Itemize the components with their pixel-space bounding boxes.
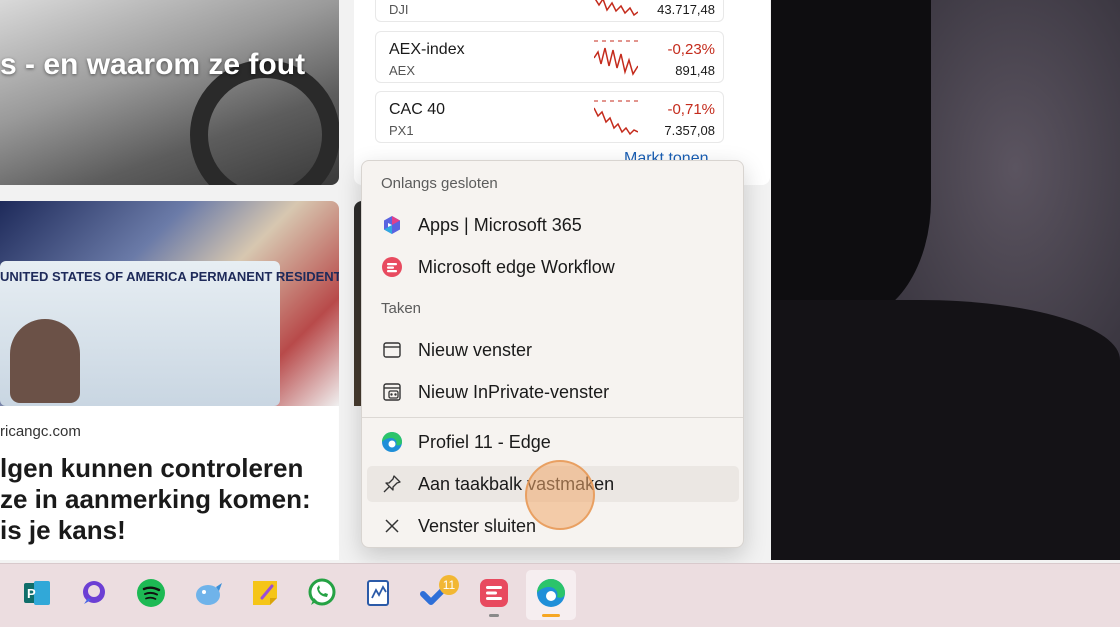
workflow-icon xyxy=(478,577,510,614)
jump-item-label: Nieuw venster xyxy=(418,340,533,360)
sticky-notes-icon xyxy=(250,578,280,613)
id-card-shape: UNITED STATES OF AMERICA PERMANENT RESID… xyxy=(0,261,339,406)
whiteboard-icon xyxy=(364,578,394,613)
jump-item-label: Nieuw InPrivate-venster xyxy=(418,382,610,402)
todo-badge: 11 xyxy=(439,575,459,595)
news-card-green-card[interactable]: UNITED STATES OF AMERICA PERMANENT RESID… xyxy=(0,201,339,560)
id-card-caption: UNITED STATES OF AMERICA PERMANENT RESID… xyxy=(0,269,339,284)
copilot-icon xyxy=(79,578,109,613)
close-icon xyxy=(381,515,403,537)
news-source: ricangc.com xyxy=(0,423,81,440)
portrait-shape xyxy=(10,319,80,403)
inprivate-icon xyxy=(381,381,403,403)
spotify-icon xyxy=(136,578,166,613)
whatsapp-icon xyxy=(306,577,338,614)
jump-item-label: Venster sluiten xyxy=(418,516,537,536)
planner-icon: P xyxy=(21,577,53,614)
stock-symbol: PX1 xyxy=(389,123,414,138)
stock-symbol: DJI xyxy=(389,2,409,17)
taskbar-edge-button[interactable] xyxy=(526,570,576,620)
stock-value: 7.357,08 xyxy=(664,123,715,138)
taskbar-planner-button[interactable]: P xyxy=(12,570,62,620)
edge-icon xyxy=(381,431,403,453)
tree-silhouette xyxy=(771,300,1120,560)
stock-value: 43.717,48 xyxy=(657,2,715,17)
tree-silhouette xyxy=(771,0,931,320)
jump-item-new-window[interactable]: Nieuw venster xyxy=(367,332,739,368)
news-title-line: lgen kunnen controleren xyxy=(0,453,304,483)
taskbar: P 11 xyxy=(0,563,1120,627)
jump-list-divider xyxy=(362,417,743,418)
stock-symbol: AEX xyxy=(389,63,416,78)
jump-item-label: Apps | Microsoft 365 xyxy=(418,215,582,235)
stock-name: AEX-index xyxy=(389,41,465,58)
running-indicator xyxy=(542,614,560,617)
taskbar-copilot-button[interactable] xyxy=(69,570,119,620)
jump-item-profile-edge[interactable]: Profiel 11 - Edge xyxy=(367,424,739,460)
taskbar-whiteboard-button[interactable] xyxy=(354,570,404,620)
jump-item-edge-workflow[interactable]: Microsoft edge Workflow xyxy=(367,249,739,285)
stock-name: CAC 40 xyxy=(389,101,446,118)
tasks-header: Taken xyxy=(381,300,422,317)
desktop-wallpaper xyxy=(771,0,1120,560)
news-title-line: ze in aanmerking komen: xyxy=(0,484,311,514)
stock-sparkline xyxy=(594,0,638,17)
jump-item-apps-m365[interactable]: Apps | Microsoft 365 xyxy=(367,207,739,243)
taskbar-todo-button[interactable]: 11 xyxy=(411,570,461,620)
jump-item-label: Microsoft edge Workflow xyxy=(418,257,615,277)
stock-row-aex[interactable]: AEX-index AEX -0,23% 891,48 xyxy=(375,31,724,83)
stock-change: -0,23% xyxy=(667,41,715,58)
green-card-image: UNITED STATES OF AMERICA PERMANENT RESID… xyxy=(0,201,339,406)
edge-icon xyxy=(535,577,567,614)
stock-row-cac40[interactable]: CAC 40 PX1 -0,71% 7.357,08 xyxy=(375,91,724,143)
running-indicator xyxy=(489,614,499,617)
news-card-headline: s - en waarom ze fout xyxy=(0,48,306,81)
stock-row-dji[interactable]: DJI 43.717,48 xyxy=(375,0,724,22)
microsoft-365-icon xyxy=(381,214,403,236)
stock-sparkline xyxy=(594,100,638,136)
taskbar-workflow-button[interactable] xyxy=(469,570,519,620)
recent-header: Onlangs gesloten xyxy=(381,175,498,192)
jump-item-new-inprivate-window[interactable]: Nieuw InPrivate-venster xyxy=(367,374,739,410)
stock-value: 891,48 xyxy=(675,63,715,78)
taskbar-spotify-button[interactable] xyxy=(126,570,176,620)
click-highlight-cursor xyxy=(525,460,595,530)
stock-change: -0,71% xyxy=(667,101,715,118)
bird-icon xyxy=(192,577,224,614)
stock-sparkline xyxy=(594,40,638,76)
jump-item-label: Profiel 11 - Edge xyxy=(418,432,551,452)
news-title[interactable]: lgen kunnen controleren ze in aanmerking… xyxy=(0,453,339,546)
news-card-top-left[interactable]: s - en waarom ze fout xyxy=(0,0,339,185)
news-title-line: is je kans! xyxy=(0,515,126,545)
pin-icon xyxy=(381,473,403,495)
taskbar-sticky-notes-button[interactable] xyxy=(240,570,290,620)
workflow-icon xyxy=(381,256,403,278)
taskbar-whatsapp-button[interactable] xyxy=(297,570,347,620)
svg-text:P: P xyxy=(27,586,36,601)
window-icon xyxy=(381,339,403,361)
taskbar-bird-app-button[interactable] xyxy=(183,570,233,620)
